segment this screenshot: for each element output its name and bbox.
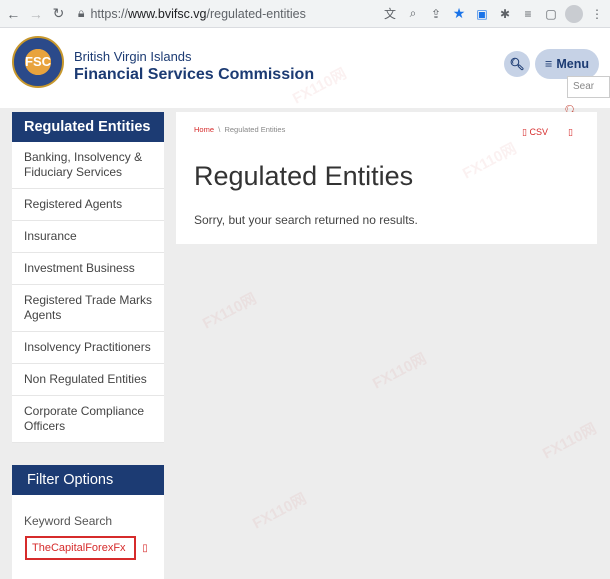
reading-list-icon[interactable]: ≡ (519, 5, 537, 23)
header-search-input[interactable]: Sear (567, 76, 610, 98)
search-icon: 🔍︎ (509, 57, 525, 71)
breadcrumb: Home \ Regulated Entities (194, 125, 285, 134)
watermark: FX110网 (199, 290, 260, 333)
bookmark-star-icon[interactable]: ★ (450, 5, 468, 23)
zoom-icon[interactable]: ⌕ (404, 5, 422, 23)
forward-icon[interactable]: → (27, 4, 46, 24)
main-content: Home \ Regulated Entities ▯ CSV ▯ Regula… (176, 112, 597, 244)
watermark: FX110网 (249, 490, 310, 533)
extension-icon[interactable]: ▣ (473, 5, 491, 23)
no-results-message: Sorry, but your search returned no resul… (194, 213, 418, 227)
url-path: /regulated-entities (206, 6, 306, 21)
site-header: British Virgin Islands Financial Service… (0, 28, 610, 108)
brand-line2[interactable]: Financial Services Commission (74, 66, 314, 84)
page-title: Regulated Entities (194, 161, 414, 191)
address-bar[interactable]: 🔒︎ https://www.bvifsc.vg/regulated-entit… (73, 2, 381, 25)
filter-panel: Keyword Search TheCapitalForexFx ▯ (12, 495, 164, 579)
share-icon[interactable]: ⇪ (427, 5, 445, 23)
sidebar-list: Banking, Insolvency & Fiduciary Services… (12, 142, 164, 443)
sidebar-item-trade-marks-agents[interactable]: Registered Trade Marks Agents (12, 285, 164, 332)
side-panel-icon[interactable]: ▢ (542, 5, 560, 23)
back-icon[interactable]: ← (4, 4, 23, 24)
csv-export-link[interactable]: ▯ CSV (522, 127, 548, 138)
breadcrumb-current: Regulated Entities (224, 125, 286, 134)
print-icon[interactable]: ▯ (568, 127, 573, 138)
filter-options-title: Filter Options (12, 465, 164, 495)
csv-icon: ▯ (522, 127, 527, 137)
sidebar-item-non-regulated[interactable]: Non Regulated Entities (12, 364, 164, 396)
watermark: FX110网 (539, 420, 600, 463)
breadcrumb-home[interactable]: Home (194, 125, 214, 134)
keyword-search-label: Keyword Search (24, 514, 113, 528)
sidebar-item-registered-agents[interactable]: Registered Agents (12, 189, 164, 221)
browser-tools: 文 ⌕ ⇪ ★ ▣ ✱ ≡ ▢ ⋮ (381, 4, 610, 23)
breadcrumb-separator: \ (218, 125, 221, 134)
translate-icon[interactable]: 文 (381, 5, 399, 23)
sidebar-item-banking[interactable]: Banking, Insolvency & Fiduciary Services (12, 142, 164, 189)
sidebar-item-insurance[interactable]: Insurance (12, 221, 164, 253)
sidebar-item-insolvency-practitioners[interactable]: Insolvency Practitioners (12, 332, 164, 364)
sidebar-item-investment-business[interactable]: Investment Business (12, 253, 164, 285)
lock-icon: 🔒︎ (77, 6, 85, 20)
menu-button[interactable]: ≡ Menu (535, 49, 599, 79)
url-host: www.bvifsc.vg (128, 6, 207, 21)
puzzle-icon[interactable]: ✱ (496, 5, 514, 23)
reload-icon[interactable]: ↻ (49, 4, 68, 24)
clear-icon[interactable]: ▯ (138, 538, 152, 558)
menu-label: Menu (556, 57, 589, 71)
hamburger-icon: ≡ (545, 57, 553, 71)
fsc-logo[interactable] (12, 36, 64, 88)
kebab-menu-icon[interactable]: ⋮ (588, 5, 606, 23)
profile-avatar[interactable] (565, 4, 583, 23)
sidebar-title: Regulated Entities (12, 112, 164, 142)
search-button[interactable]: 🔍︎ (504, 51, 530, 77)
csv-label: CSV (529, 127, 548, 137)
browser-toolbar: ← → ↻ 🔒︎ https://www.bvifsc.vg/regulated… (0, 0, 610, 28)
watermark: FX110网 (369, 350, 430, 393)
url-scheme: https:// (90, 6, 129, 21)
keyword-search-input[interactable]: TheCapitalForexFx (25, 536, 136, 560)
brand-line1[interactable]: British Virgin Islands (74, 49, 192, 64)
sidebar-item-compliance-officers[interactable]: Corporate Compliance Officers (12, 396, 164, 443)
